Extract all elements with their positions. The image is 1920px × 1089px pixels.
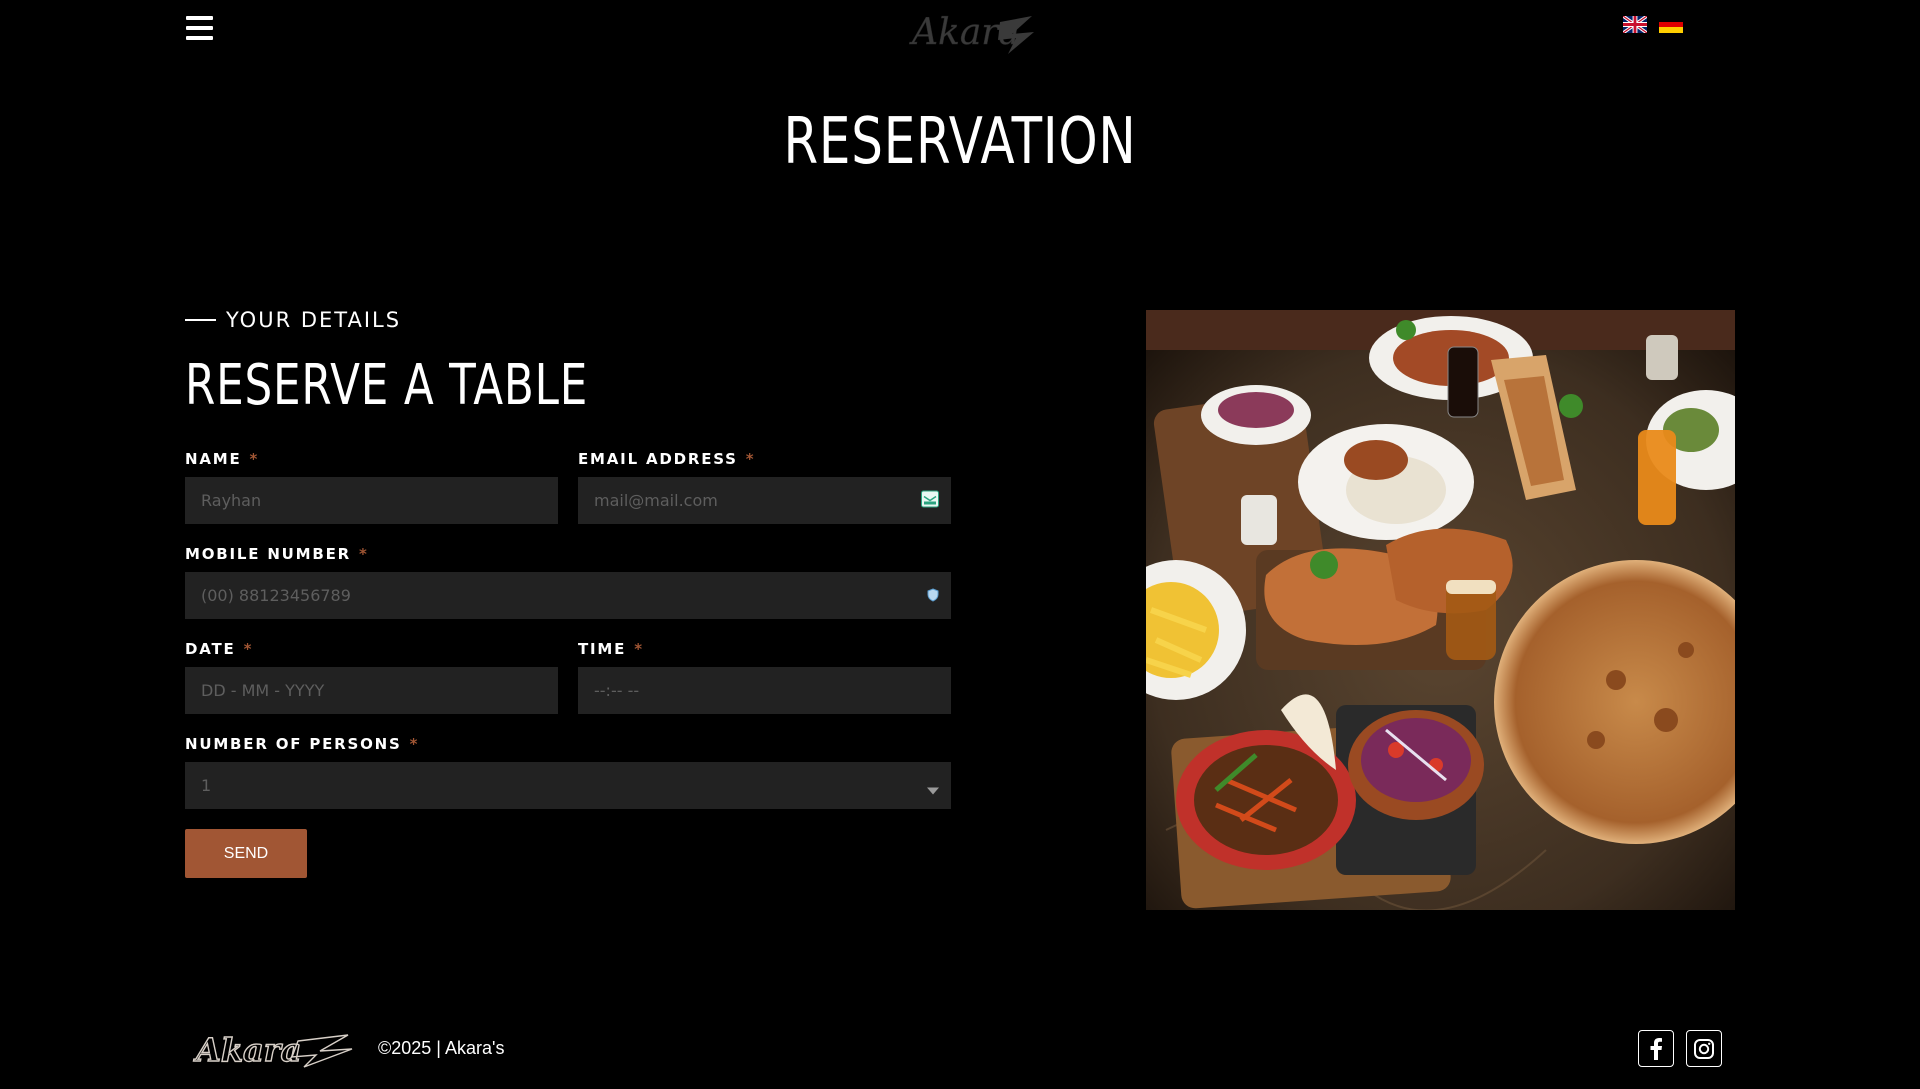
food-platter-image bbox=[1146, 310, 1735, 910]
brand-logo[interactable]: Akara bbox=[908, 6, 1042, 60]
required-mark: * bbox=[249, 450, 260, 468]
email-placeholder: mail@mail.com bbox=[594, 491, 718, 510]
page-title: RESERVATION bbox=[783, 105, 1137, 179]
reservation-page: Akara RESERVATION YOUR DETAILS RESERVE A… bbox=[0, 0, 1920, 1089]
email-autofill-icon[interactable] bbox=[921, 490, 939, 511]
required-mark: * bbox=[409, 735, 420, 753]
facebook-icon[interactable] bbox=[1638, 1030, 1674, 1067]
instagram-icon[interactable] bbox=[1686, 1030, 1722, 1067]
eyebrow-line bbox=[185, 319, 216, 321]
germany-flag-icon[interactable] bbox=[1659, 16, 1683, 33]
name-input[interactable]: Rayhan bbox=[185, 477, 558, 524]
required-mark: * bbox=[359, 545, 369, 563]
email-input[interactable]: mail@mail.com bbox=[578, 477, 951, 524]
mobile-label: MOBILE NUMBER * bbox=[185, 545, 369, 563]
mobile-placeholder: (00) 88123456789 bbox=[201, 586, 351, 605]
email-label: EMAIL ADDRESS * bbox=[578, 450, 756, 468]
form-title: RESERVE A TABLE bbox=[185, 353, 589, 418]
date-label: DATE * bbox=[185, 640, 254, 658]
section-eyebrow: YOUR DETAILS bbox=[185, 308, 401, 332]
send-button[interactable]: SEND bbox=[185, 829, 307, 878]
time-input[interactable]: --:-- -- bbox=[578, 667, 951, 714]
copyright-text: ©2025 | Akara's bbox=[378, 1038, 505, 1058]
shield-icon[interactable] bbox=[927, 586, 939, 605]
time-label: TIME * bbox=[578, 640, 644, 658]
name-label: NAME * bbox=[185, 450, 260, 468]
footer-logo[interactable]: Akara bbox=[192, 1027, 355, 1071]
date-placeholder: DD - MM - YYYY bbox=[201, 681, 325, 700]
time-placeholder: --:-- -- bbox=[594, 681, 640, 700]
eyebrow-text: YOUR DETAILS bbox=[226, 308, 402, 332]
chevron-down-icon[interactable] bbox=[927, 779, 939, 798]
required-mark: * bbox=[634, 640, 644, 658]
hamburger-menu-icon[interactable] bbox=[186, 16, 213, 40]
required-mark: * bbox=[745, 450, 756, 468]
mobile-input[interactable]: (00) 88123456789 bbox=[185, 572, 951, 619]
persons-value: 1 bbox=[201, 776, 212, 795]
name-placeholder: Rayhan bbox=[201, 491, 262, 510]
required-mark: * bbox=[243, 640, 254, 658]
uk-flag-icon[interactable] bbox=[1623, 16, 1647, 33]
date-input[interactable]: DD - MM - YYYY bbox=[185, 667, 558, 714]
persons-label: NUMBER OF PERSONS * bbox=[185, 735, 420, 753]
persons-select[interactable]: 1 bbox=[185, 762, 951, 809]
svg-text:Akara: Akara bbox=[193, 1031, 301, 1069]
